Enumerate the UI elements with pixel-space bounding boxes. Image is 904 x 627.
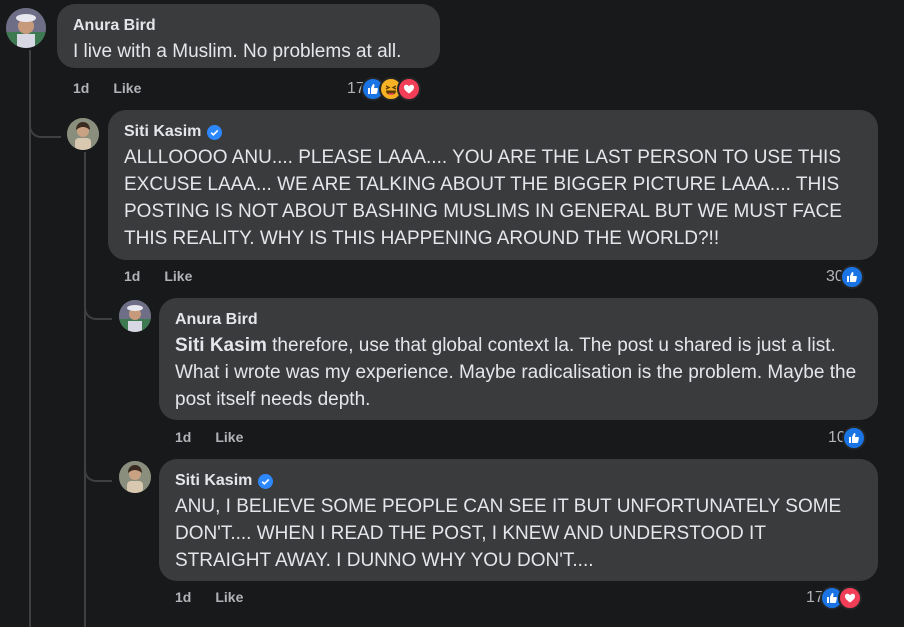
comment-actions: 1d Like xyxy=(175,429,243,445)
reaction-summary[interactable]: 17 xyxy=(347,77,421,101)
verified-badge-icon xyxy=(258,473,274,489)
comment-actions: 1d Like xyxy=(124,268,192,284)
like-button[interactable]: Like xyxy=(215,589,243,605)
comment-bubble: Siti Kasim ALLLOOOO ANU.... PLEASE LAAA.… xyxy=(108,110,878,260)
like-button[interactable]: Like xyxy=(164,268,192,284)
comment-bubble: Anura Bird I live with a Muslim. No prob… xyxy=(57,4,440,68)
comment-text: Siti Kasim therefore, use that global co… xyxy=(175,332,864,413)
comment-actions: 1d Like xyxy=(73,80,141,96)
comment-actions: 1d Like xyxy=(175,589,243,605)
avatar-image xyxy=(119,300,151,332)
comment-text: ANU, I BELIEVE SOME PEOPLE CAN SEE IT BU… xyxy=(175,496,842,571)
comment-text: ALLLOOOO ANU.... PLEASE LAAA.... YOU ARE… xyxy=(124,147,842,249)
love-icon xyxy=(396,77,421,101)
avatar-image xyxy=(67,118,99,150)
comment-timestamp[interactable]: 1d xyxy=(175,429,191,445)
verified-badge-icon xyxy=(207,124,223,140)
thread-connector xyxy=(84,456,112,482)
comment-bubble: Siti Kasim ANU, I BELIEVE SOME PEOPLE CA… xyxy=(159,459,878,581)
like-icon xyxy=(839,265,864,289)
thread-line xyxy=(29,50,31,627)
comment-author[interactable]: Anura Bird xyxy=(175,310,258,330)
thread-connector xyxy=(84,294,112,320)
like-button[interactable]: Like xyxy=(113,80,141,96)
avatar[interactable] xyxy=(67,118,99,150)
comment-timestamp[interactable]: 1d xyxy=(175,589,191,605)
avatar[interactable] xyxy=(6,8,46,48)
like-icon xyxy=(841,426,866,450)
avatar[interactable] xyxy=(119,461,151,493)
comment-author[interactable]: Anura Bird xyxy=(73,16,156,36)
thread-line xyxy=(84,152,86,627)
comment-author[interactable]: Siti Kasim xyxy=(175,471,252,491)
comment-bubble: Anura Bird Siti Kasim therefore, use tha… xyxy=(159,298,878,420)
reaction-summary[interactable]: 17 xyxy=(806,586,862,610)
reaction-summary[interactable]: 10 xyxy=(828,426,866,450)
comment-timestamp[interactable]: 1d xyxy=(124,268,140,284)
avatar-image xyxy=(119,461,151,493)
thread-connector xyxy=(29,108,61,138)
love-icon xyxy=(837,586,862,610)
comment-author[interactable]: Siti Kasim xyxy=(124,122,201,142)
avatar-image xyxy=(6,8,46,48)
comment-timestamp[interactable]: 1d xyxy=(73,80,89,96)
mention-link[interactable]: Siti Kasim xyxy=(175,335,267,356)
comment-body: therefore, use that global context la. T… xyxy=(175,335,857,410)
avatar[interactable] xyxy=(119,300,151,332)
reaction-summary[interactable]: 30 xyxy=(826,265,864,289)
comment-text: I live with a Muslim. No problems at all… xyxy=(73,41,402,62)
like-button[interactable]: Like xyxy=(215,429,243,445)
